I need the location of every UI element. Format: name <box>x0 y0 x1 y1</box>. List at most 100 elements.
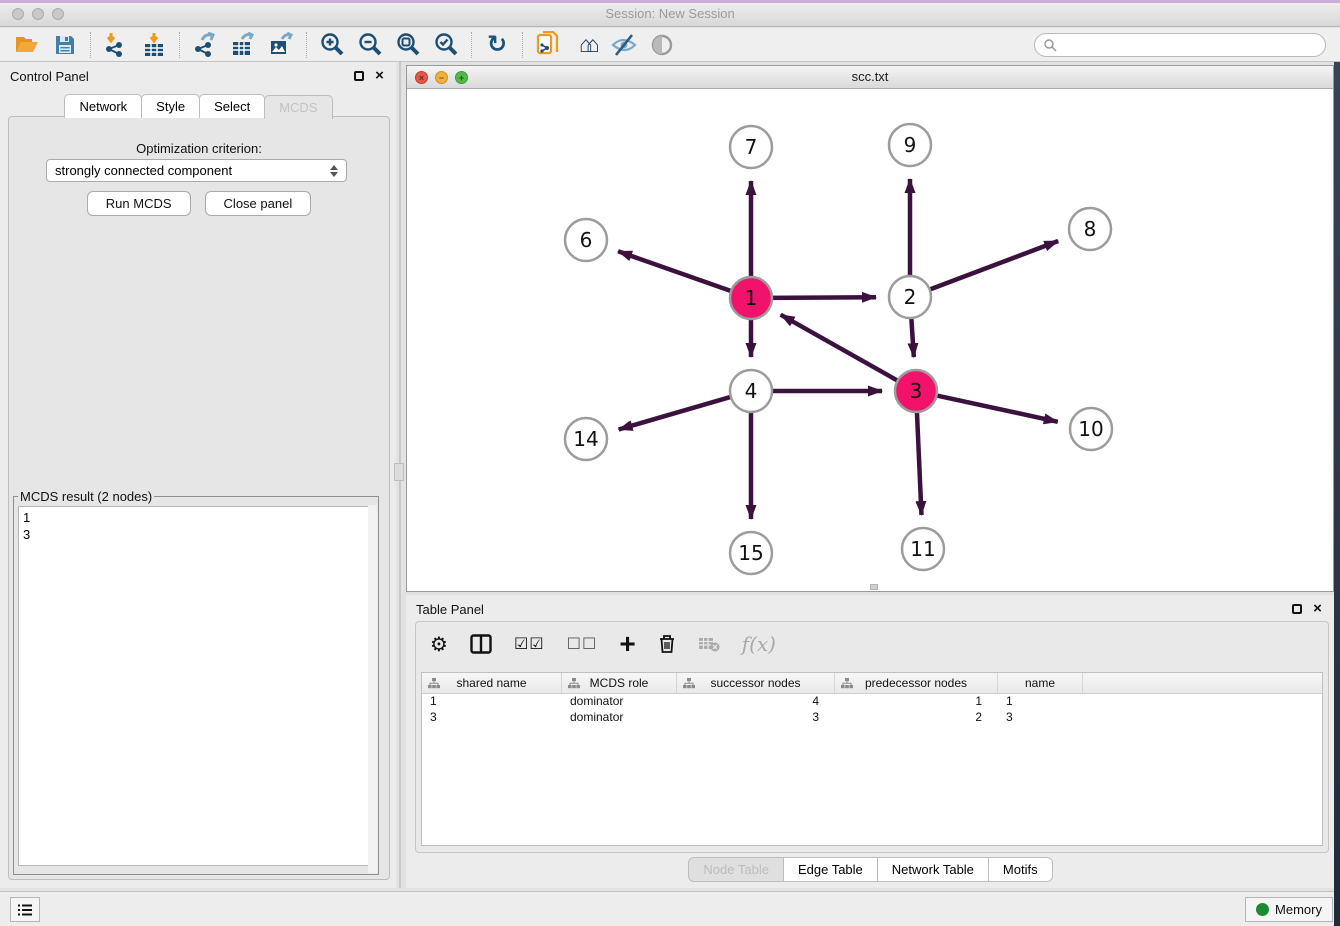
network-titlebar: × − + scc.txt <box>407 66 1333 89</box>
table-cell[interactable]: dominator <box>562 710 677 726</box>
import-table-icon[interactable] <box>135 30 173 60</box>
graph-node-label: 2 <box>904 285 917 309</box>
network-maximize-button[interactable]: + <box>455 71 468 84</box>
graph-edge-2-3[interactable] <box>911 316 914 357</box>
graph-node-9[interactable]: 9 <box>889 124 931 166</box>
graph-node-8[interactable]: 8 <box>1069 208 1111 250</box>
graph-node-1[interactable]: 1 <box>730 277 772 319</box>
hierarchy-icon <box>683 678 695 689</box>
result-scrollbar[interactable] <box>368 505 377 873</box>
search-box[interactable] <box>1034 33 1326 57</box>
network-canvas[interactable]: 7 9 6 8 1 2 4 3 14 10 15 11 <box>407 89 1333 591</box>
table-cell[interactable]: dominator <box>562 694 677 710</box>
split-view-icon[interactable] <box>470 634 492 654</box>
hierarchy-icon <box>428 678 440 689</box>
table-cell[interactable]: 1 <box>422 694 562 710</box>
graph-edge-3-11[interactable] <box>917 410 922 515</box>
table-cell[interactable]: 3 <box>677 710 835 726</box>
zoom-fit-icon[interactable] <box>389 30 427 60</box>
tab-network-table[interactable]: Network Table <box>877 857 989 882</box>
graph-node-7[interactable]: 7 <box>730 126 772 168</box>
zoom-selected-icon[interactable] <box>427 30 465 60</box>
graph-edge-1-2[interactable] <box>770 297 876 298</box>
graph-edge-2-8[interactable] <box>928 241 1058 290</box>
select-all-icon[interactable]: ☑☑ <box>514 634 545 654</box>
memory-button[interactable]: Memory <box>1245 897 1333 922</box>
show-details-icon[interactable] <box>643 30 681 60</box>
hide-details-icon[interactable] <box>605 30 643 60</box>
table-cell[interactable]: 1 <box>998 694 1083 710</box>
splitter-grip[interactable] <box>394 463 404 481</box>
tab-style[interactable]: Style <box>141 94 200 118</box>
tab-mcds[interactable]: MCDS <box>264 95 332 119</box>
table-row[interactable]: 1dominator411 <box>422 694 1322 710</box>
tab-motifs[interactable]: Motifs <box>988 857 1053 882</box>
table-row[interactable]: 3dominator323 <box>422 710 1322 726</box>
table-cell[interactable]: 1 <box>835 694 998 710</box>
graph-node-label: 14 <box>573 427 598 451</box>
graph-node-6[interactable]: 6 <box>565 219 607 261</box>
mcds-result-title: MCDS result (2 nodes) <box>18 489 154 504</box>
graph-node-10[interactable]: 10 <box>1070 408 1112 450</box>
network-close-button[interactable]: × <box>415 71 428 84</box>
tab-edge-table[interactable]: Edge Table <box>783 857 878 882</box>
tab-network[interactable]: Network <box>64 94 142 118</box>
add-column-icon[interactable]: + <box>619 628 635 660</box>
float-table-panel-button[interactable] <box>1290 603 1303 616</box>
graph-edge-3-1[interactable] <box>781 315 900 382</box>
export-table-icon[interactable] <box>224 30 262 60</box>
zoom-out-icon[interactable] <box>351 30 389 60</box>
network-hscrollbar[interactable] <box>870 584 878 590</box>
graph-node-11[interactable]: 11 <box>902 528 944 570</box>
graph-edge-3-10[interactable] <box>935 395 1058 422</box>
home-layout-icon[interactable]: ⌂⌂ <box>567 30 605 60</box>
graph-node-14[interactable]: 14 <box>565 418 607 460</box>
close-panel-button[interactable]: × <box>373 70 386 83</box>
optimization-criterion-select[interactable]: strongly connected component <box>46 159 347 182</box>
deselect-all-icon[interactable]: ☐☐ <box>567 634 598 654</box>
function-builder-icon: f(x) <box>742 632 776 656</box>
control-panel-tabs: Network Style Select MCDS <box>0 94 396 118</box>
column-header-predecessor-nodes[interactable]: predecessor nodes <box>835 673 998 693</box>
column-header-successor-nodes[interactable]: successor nodes <box>677 673 835 693</box>
export-image-icon[interactable] <box>262 30 300 60</box>
run-mcds-button[interactable]: Run MCDS <box>87 191 191 216</box>
open-session-icon[interactable] <box>8 30 46 60</box>
graph-node-label: 15 <box>738 541 763 565</box>
table-tabs: Node Table Edge Table Network Table Moti… <box>406 857 1334 882</box>
tab-select[interactable]: Select <box>199 94 265 118</box>
float-panel-button[interactable] <box>352 70 365 83</box>
network-minimize-button[interactable]: − <box>435 71 448 84</box>
table-settings-icon[interactable]: ⚙ <box>430 632 448 657</box>
graph-edge-4-14[interactable] <box>619 396 733 429</box>
table-cell[interactable]: 2 <box>835 710 998 726</box>
delete-column-icon[interactable] <box>658 634 676 654</box>
tab-node-table[interactable]: Node Table <box>688 857 784 882</box>
column-header-shared-name[interactable]: shared name <box>422 673 562 693</box>
table-cell[interactable]: 3 <box>998 710 1083 726</box>
table-panel-body: ⚙ ☑☑ ☐☐ + f(x) shared nameMCDS rolesucce… <box>415 621 1329 853</box>
refresh-icon[interactable]: ↻ <box>478 30 516 60</box>
zoom-in-icon[interactable] <box>313 30 351 60</box>
search-input[interactable] <box>1057 38 1325 52</box>
table-cell[interactable]: 4 <box>677 694 835 710</box>
column-header-MCDS-role[interactable]: MCDS role <box>562 673 677 693</box>
close-panel-button-mcds[interactable]: Close panel <box>205 191 312 216</box>
mcds-result-text[interactable]: 1 3 <box>18 506 374 866</box>
graph-node-2[interactable]: 2 <box>889 276 931 318</box>
graph-node-4[interactable]: 4 <box>730 370 772 412</box>
save-session-icon[interactable] <box>46 30 84 60</box>
toolbar-separator <box>522 32 523 58</box>
graph-node-15[interactable]: 15 <box>730 532 772 574</box>
export-network-icon[interactable] <box>186 30 224 60</box>
graph-node-label: 3 <box>910 379 923 403</box>
table-cell[interactable]: 3 <box>422 710 562 726</box>
graph-node-3[interactable]: 3 <box>895 370 937 412</box>
clone-network-icon[interactable] <box>529 30 567 60</box>
graph-edge-1-6[interactable] <box>618 251 733 291</box>
column-header-name[interactable]: name <box>998 673 1083 693</box>
task-history-button[interactable] <box>10 897 40 922</box>
import-network-icon[interactable] <box>97 30 135 60</box>
window-title: Session: New Session <box>0 6 1340 21</box>
close-table-panel-button[interactable]: × <box>1311 603 1324 616</box>
